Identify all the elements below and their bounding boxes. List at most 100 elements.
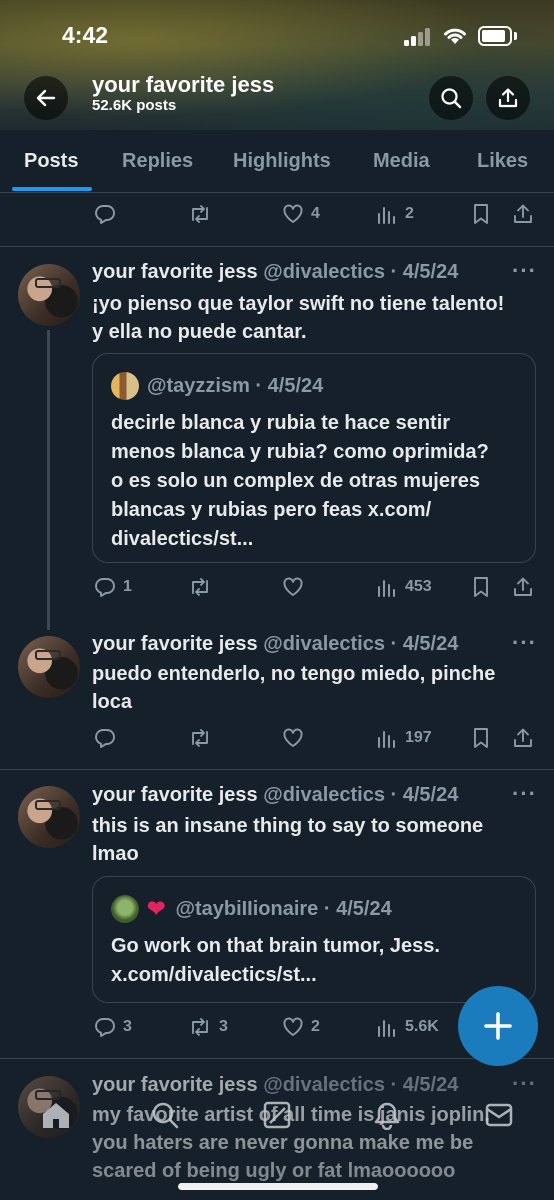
repost-button[interactable]: [188, 727, 212, 749]
repost-icon: [192, 578, 208, 596]
like-button[interactable]: [282, 576, 304, 598]
like-button[interactable]: [282, 727, 304, 749]
post-handle-date[interactable]: @divalectics · 4/5/24: [263, 261, 458, 283]
notifications-bell-icon[interactable]: [372, 1100, 402, 1130]
avatar[interactable]: [18, 264, 80, 326]
reply-icon: [95, 205, 115, 224]
quoted-avatar: [111, 895, 139, 923]
like-button[interactable]: 2: [282, 1016, 320, 1038]
quoted-avatar: [111, 372, 139, 400]
reply-count: 1: [123, 578, 132, 595]
post-author-name[interactable]: your favorite jess: [92, 784, 258, 806]
views-chart-icon: [378, 731, 395, 748]
views-button[interactable]: 197: [376, 727, 432, 749]
messages-icon[interactable]: [484, 1100, 514, 1130]
header-post-count: 52.6K posts: [92, 97, 177, 114]
quoted-text-line: Go work on that brain tumor, Jess.: [111, 935, 440, 957]
cellular-signal-icon: [404, 28, 434, 46]
back-button[interactable]: [24, 76, 68, 120]
share-profile-button[interactable]: [486, 76, 530, 120]
repost-button[interactable]: [188, 576, 212, 598]
post-text: ¡yo pienso que taylor swift no tiene tal…: [92, 290, 540, 346]
bookmark-icon: [474, 728, 488, 748]
compose-post-button[interactable]: [458, 986, 538, 1066]
post-text-line: loca: [92, 691, 133, 713]
post-text-line: puedo entenderlo, no tengo miedo, pinche: [92, 663, 496, 685]
avatar[interactable]: [18, 786, 80, 848]
share-button[interactable]: [512, 203, 534, 225]
post-header: your favorite jess @divalectics · 4/5/24: [92, 261, 458, 284]
view-count: 2: [405, 205, 414, 222]
profile-header-banner: 4:42 your favorite jess 52.6K posts: [0, 0, 554, 130]
repost-icon: [192, 729, 208, 747]
header-profile-name: your favorite jess: [92, 72, 275, 97]
post-divider: [0, 1058, 554, 1059]
reply-button[interactable]: [94, 203, 116, 225]
quoted-text-line: divalectics/st...: [111, 528, 254, 550]
heart-icon: [283, 1017, 303, 1036]
tabs-divider: [0, 192, 554, 193]
post-text-line: lmao: [92, 843, 139, 865]
more-options-icon[interactable]: ···: [512, 781, 537, 807]
reply-button[interactable]: 3: [94, 1016, 132, 1038]
post-handle-date[interactable]: @divalectics · 4/5/24: [263, 633, 458, 655]
battery-cap: [514, 32, 517, 40]
quoted-text-line: blancas y rubias pero feas x.com/: [111, 499, 432, 521]
tab-replies[interactable]: Replies: [122, 150, 193, 173]
post-author-name[interactable]: your favorite jess: [92, 261, 258, 283]
search-button[interactable]: [429, 76, 473, 120]
bookmark-icon: [474, 577, 488, 597]
views-button[interactable]: 453: [376, 576, 432, 598]
post-header: your favorite jess @divalectics · 4/5/24: [92, 633, 458, 656]
quoted-post[interactable]: ❤ @taybiIIionaire · 4/5/24 Go work on th…: [92, 876, 536, 1003]
quoted-post-header: @tayzzism · 4/5/24: [111, 372, 323, 400]
repost-button[interactable]: 3: [188, 1016, 228, 1038]
bookmark-button[interactable]: [471, 576, 491, 598]
post-author-name[interactable]: your favorite jess: [92, 1074, 258, 1096]
quoted-post-text: decirle blanca y rubia te hace sentir me…: [111, 409, 516, 554]
home-icon[interactable]: [40, 1100, 72, 1130]
home-indicator[interactable]: [178, 1183, 378, 1190]
quoted-post[interactable]: @tayzzism · 4/5/24 decirle blanca y rubi…: [92, 353, 536, 563]
views-button[interactable]: 5.6K: [376, 1016, 439, 1038]
post-header: your favorite jess @divalectics · 4/5/24: [92, 1074, 458, 1097]
post-text-line: y ella no puede cantar.: [92, 321, 307, 343]
more-options-icon[interactable]: ···: [512, 258, 537, 284]
share-button[interactable]: [512, 727, 534, 749]
reply-button[interactable]: 1: [94, 576, 132, 598]
heart-emoji-icon: ❤: [147, 896, 166, 921]
post-text-line: you haters are never gonna make me be: [92, 1132, 474, 1154]
reply-button[interactable]: [94, 727, 116, 749]
post-text-line: ¡yo pienso que taylor swift no tiene tal…: [92, 293, 505, 315]
heart-icon: [283, 577, 303, 596]
reply-icon: [95, 729, 115, 748]
more-options-icon[interactable]: ···: [512, 630, 537, 656]
compose-grok-icon[interactable]: [262, 1100, 292, 1130]
post-handle-date[interactable]: @divalectics · 4/5/24: [263, 784, 458, 806]
quoted-post-text: Go work on that brain tumor, Jess. x.com…: [111, 932, 516, 990]
like-button[interactable]: 4: [282, 203, 320, 225]
heart-icon: [283, 204, 303, 223]
post-author-name[interactable]: your favorite jess: [92, 633, 258, 655]
post-handle-date[interactable]: @divalectics · 4/5/24: [263, 1074, 458, 1096]
search-icon: [441, 88, 462, 109]
post-header: your favorite jess @divalectics · 4/5/24: [92, 784, 458, 807]
bookmark-button[interactable]: [471, 203, 491, 225]
profile-tabs: Posts Replies Highlights Media Likes: [0, 130, 554, 192]
quoted-post-header: ❤ @taybiIIionaire · 4/5/24: [111, 895, 392, 923]
quoted-text-line: menos blanca y rubia? como oprimida?: [111, 441, 489, 463]
search-tab-icon[interactable]: [150, 1100, 180, 1130]
avatar[interactable]: [18, 636, 80, 698]
tab-highlights[interactable]: Highlights: [233, 150, 331, 173]
views-button[interactable]: 2: [376, 203, 414, 225]
reply-icon: [95, 1018, 115, 1037]
tab-posts[interactable]: Posts: [24, 150, 78, 173]
more-options-icon[interactable]: ···: [512, 1071, 537, 1097]
tab-media[interactable]: Media: [373, 150, 430, 173]
share-button[interactable]: [512, 576, 534, 598]
quoted-handle-date: @tayzzism · 4/5/24: [147, 374, 324, 397]
post-divider: [0, 246, 554, 247]
bookmark-button[interactable]: [471, 727, 491, 749]
repost-button[interactable]: [188, 203, 212, 225]
tab-likes[interactable]: Likes: [477, 150, 528, 173]
